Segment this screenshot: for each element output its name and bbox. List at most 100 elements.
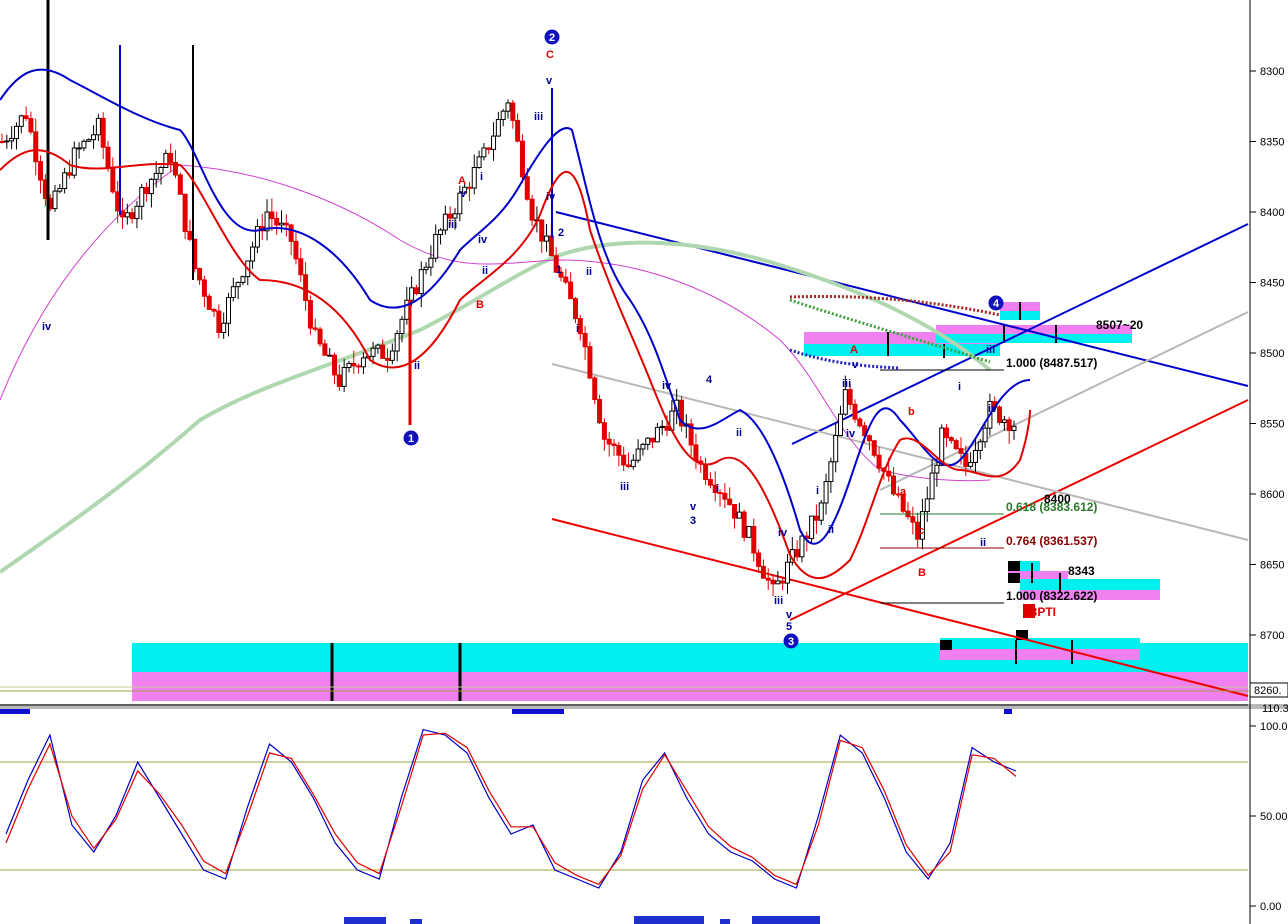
y-tick-label: 8600 <box>1260 489 1284 501</box>
candle-body <box>71 147 77 176</box>
candle-body <box>95 117 101 136</box>
wave-label: 3 <box>690 515 696 527</box>
candle-body <box>491 135 497 150</box>
fib-8400-label: 8400 <box>1044 492 1071 506</box>
candle-body <box>510 102 516 121</box>
fib-764-label: 0.764 (8361.537) <box>1006 534 1097 548</box>
candle-body <box>582 333 588 348</box>
candle-body <box>336 374 342 387</box>
blue-marker <box>512 709 564 714</box>
candle-body <box>866 435 872 442</box>
candle-body <box>640 443 646 450</box>
candle-body <box>871 440 877 456</box>
candle-body <box>134 205 140 220</box>
wave-label: iii <box>774 595 783 607</box>
candle-body <box>341 367 347 387</box>
candle-body <box>62 172 68 190</box>
candle-body <box>28 118 34 133</box>
fib-1000-top-label: 1.000 (8487.517) <box>1006 356 1097 370</box>
candle-body <box>187 231 193 240</box>
candle-body <box>756 552 762 567</box>
candle-body <box>539 219 545 242</box>
pti-label: 53PTI <box>1024 605 1056 619</box>
wave-label: iii <box>448 219 457 231</box>
candle-body <box>544 235 550 242</box>
y-tick-label: 8350 <box>1260 137 1284 149</box>
wave-label: 5 <box>786 621 792 633</box>
candle-body <box>519 140 525 178</box>
wave-label: iii <box>620 481 629 493</box>
osc-tick-label: 0.00 <box>1260 901 1281 913</box>
candle-body <box>524 176 530 200</box>
candle-body <box>385 357 391 361</box>
candle-body <box>413 287 419 294</box>
candle-body <box>876 454 882 469</box>
wave-label: i <box>480 171 483 183</box>
candle-body <box>495 119 501 137</box>
candle-body <box>327 354 333 357</box>
candle-body <box>380 344 386 359</box>
wave-label: A <box>850 344 858 356</box>
candle-body <box>129 212 135 220</box>
last-price-label: 8260. <box>1254 685 1282 697</box>
wave-label: a <box>900 486 907 498</box>
candle-body <box>968 462 974 467</box>
candle-body <box>944 427 950 439</box>
candle-body <box>389 350 395 361</box>
wave-label: 4 <box>706 374 713 386</box>
candle-body <box>958 448 964 454</box>
zone-marker <box>1008 561 1020 571</box>
candle-body <box>785 561 791 584</box>
candle-body <box>760 565 766 579</box>
candle-body <box>1001 419 1007 423</box>
wave-label: iv <box>478 234 488 246</box>
candle-body <box>794 549 800 558</box>
candle-body <box>891 475 897 495</box>
chart-canvas: 1.000 (8487.517)0.618 (8383.612)84000.76… <box>0 0 1288 924</box>
wave-label: 1 <box>556 264 562 276</box>
zone-label-8343: 8343 <box>1068 564 1095 578</box>
y-tick-label: 8700 <box>1260 630 1284 642</box>
candle-body <box>442 213 448 231</box>
candle-body <box>948 437 954 442</box>
candle-body <box>597 399 603 424</box>
candle-body <box>33 131 39 163</box>
zone-label-8507: 8507~20 <box>1096 318 1143 332</box>
wave-label: iv <box>846 428 856 440</box>
candle-body <box>303 274 309 302</box>
candle-body <box>857 418 863 427</box>
candle-body <box>9 138 15 142</box>
candle-body <box>972 449 978 464</box>
wave-label: i <box>958 381 961 393</box>
candle-body <box>910 516 916 523</box>
candle-body <box>606 438 612 445</box>
candle-body <box>317 328 323 345</box>
candle-body <box>206 295 212 310</box>
candle-body <box>447 213 453 219</box>
candle-body <box>847 389 853 405</box>
candle-body <box>823 481 829 504</box>
wave-label: v <box>786 609 793 621</box>
candle-body <box>346 362 352 369</box>
candle-body <box>727 498 733 506</box>
candle-body <box>466 186 472 189</box>
candle-body <box>977 441 983 451</box>
candle-body <box>731 504 737 519</box>
candle-body <box>4 140 10 143</box>
candle-body <box>86 139 92 142</box>
candle-body <box>279 222 285 226</box>
candle-body <box>775 580 781 585</box>
candle-body <box>780 580 786 584</box>
candle-body <box>216 310 222 334</box>
candle-body <box>23 115 29 120</box>
candle-body <box>515 119 521 142</box>
candle-body <box>650 437 656 443</box>
wave-label: B <box>476 299 484 311</box>
bottom-marker <box>634 916 704 924</box>
pink-zone-small <box>940 649 1140 660</box>
pane-separator-dark <box>0 704 1248 706</box>
wave-label: c <box>918 525 924 537</box>
candle-body <box>274 217 280 226</box>
candle-body <box>828 461 834 483</box>
candle-body <box>158 166 164 174</box>
